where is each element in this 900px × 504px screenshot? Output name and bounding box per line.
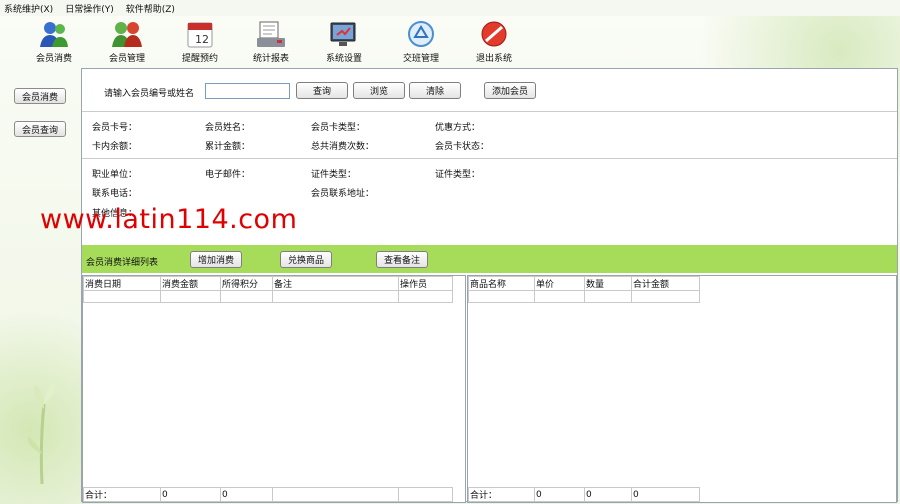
col-header[interactable]: 商品名称 — [468, 276, 535, 291]
add-consume-button[interactable]: 增加消费 — [190, 251, 242, 268]
watermark-text: www.latin114.com — [40, 204, 298, 235]
table-header-row: 消费日期 消费金额 所得积分 备注 操作员 — [83, 276, 453, 291]
toolbar: 会员消费 会员管理 12 提醒预约 统计报表 系统设置 交班管理 退出系统 — [0, 16, 900, 66]
menu-daily-operation[interactable]: 日常操作(Y) — [65, 2, 114, 15]
main-panel: 请输入会员编号或姓名 查询 浏览 清除 添加会员 会员卡号： 会员姓名： 会员卡… — [81, 68, 898, 503]
menu-software-help[interactable]: 软件帮助(Z) — [126, 2, 175, 15]
toolbar-shift[interactable]: 交班管理 — [391, 18, 451, 64]
col-header[interactable]: 合计金额 — [631, 276, 700, 291]
id-type-label: 证件类型： — [311, 170, 357, 180]
detail-toolbar: 会员消费详细列表 增加消费 兑换商品 查看备注 — [82, 245, 897, 273]
col-header[interactable]: 单价 — [534, 276, 585, 291]
totals-label: 合计： — [468, 487, 535, 502]
menu-system-maintenance[interactable]: 系统维护(X) — [4, 2, 53, 15]
totals-price: 0 — [534, 487, 585, 502]
members-icon — [111, 18, 143, 49]
card-no-label: 会员卡号： — [92, 123, 138, 133]
toolbar-member-consume[interactable]: 会员消费 — [24, 18, 84, 64]
plant-decoration — [27, 382, 55, 484]
toolbar-label: 会员消费 — [35, 54, 72, 64]
work-unit-label: 职业单位： — [92, 170, 138, 180]
toolbar-report[interactable]: 统计报表 — [241, 18, 301, 64]
col-header[interactable]: 数量 — [584, 276, 632, 291]
totals-qty: 0 — [584, 487, 632, 502]
phone-label: 联系电话： — [92, 189, 138, 199]
menu-bar: 系统维护(X) 日常操作(Y) 软件帮助(Z) — [0, 0, 900, 16]
toolbar-settings[interactable]: 系统设置 — [314, 18, 374, 64]
clear-button[interactable]: 清除 — [409, 82, 461, 99]
exit-icon — [478, 18, 510, 49]
add-member-button[interactable]: 添加会员 — [484, 82, 536, 99]
toolbar-label: 统计报表 — [252, 54, 289, 64]
totals-label: 合计： — [83, 487, 161, 502]
consume-table: 消费日期 消费金额 所得积分 备注 操作员 — [83, 276, 453, 303]
table-header-row: 商品名称 单价 数量 合计金额 — [468, 276, 700, 291]
exchange-goods-button[interactable]: 兑换商品 — [280, 251, 332, 268]
goods-totals: 合计： 0 0 0 — [468, 487, 700, 502]
table-row[interactable] — [468, 290, 700, 303]
card-status-label: 会员卡状态： — [435, 142, 490, 152]
table-row[interactable] — [83, 290, 453, 303]
calendar-icon: 12 — [184, 18, 216, 49]
toolbar-exit[interactable]: 退出系统 — [464, 18, 524, 64]
report-icon — [255, 18, 287, 49]
settings-icon — [328, 18, 360, 49]
divider — [82, 158, 897, 159]
toolbar-member-manage[interactable]: 会员管理 — [97, 18, 157, 64]
col-header[interactable]: 备注 — [272, 276, 399, 291]
consume-detail-grid[interactable]: 消费日期 消费金额 所得积分 备注 操作员 合计： 0 0 — [82, 275, 466, 503]
left-pane: 会员消费 会员查询 — [0, 68, 80, 504]
discount-label: 优惠方式： — [435, 123, 481, 133]
goods-table: 商品名称 单价 数量 合计金额 — [468, 276, 700, 303]
col-header[interactable]: 消费日期 — [83, 276, 161, 291]
total-times-label: 总共消费次数： — [311, 142, 375, 152]
col-header[interactable]: 消费金额 — [160, 276, 221, 291]
sidebar-member-query-button[interactable]: 会员查询 — [14, 121, 66, 137]
divider — [82, 111, 897, 112]
users-icon — [38, 18, 70, 49]
card-type-label: 会员卡类型： — [311, 123, 366, 133]
toolbar-label: 交班管理 — [402, 54, 439, 64]
toolbar-label: 系统设置 — [325, 54, 362, 64]
balance-label: 卡内余额： — [92, 142, 138, 152]
sidebar-member-consume-button[interactable]: 会员消费 — [14, 88, 66, 104]
address-label: 会员联系地址： — [311, 189, 375, 199]
col-header[interactable]: 操作员 — [398, 276, 453, 291]
totals-points: 0 — [220, 487, 273, 502]
detail-title: 会员消费详细列表 — [86, 258, 159, 268]
svg-text:12: 12 — [195, 33, 209, 46]
consume-totals: 合计： 0 0 — [83, 487, 453, 502]
query-button[interactable]: 查询 — [296, 82, 348, 99]
toolbar-reminder[interactable]: 12 提醒预约 — [170, 18, 230, 64]
search-label: 请输入会员编号或姓名 — [104, 89, 195, 99]
browse-button[interactable]: 浏览 — [353, 82, 405, 99]
totals-amount: 0 — [631, 487, 700, 502]
totals-amount: 0 — [160, 487, 221, 502]
search-input[interactable] — [205, 83, 290, 99]
view-note-button[interactable]: 查看备注 — [376, 251, 428, 268]
toolbar-label: 提醒预约 — [181, 54, 218, 64]
email-label: 电子邮件： — [205, 170, 251, 180]
total-amount-label: 累计金额： — [205, 142, 251, 152]
goods-detail-grid[interactable]: 商品名称 单价 数量 合计金额 合计： 0 0 0 — [467, 275, 897, 503]
toolbar-label: 退出系统 — [475, 54, 512, 64]
col-header[interactable]: 所得积分 — [220, 276, 273, 291]
id-type-label-2: 证件类型： — [435, 170, 481, 180]
name-label: 会员姓名： — [205, 123, 251, 133]
recycle-icon — [405, 18, 437, 49]
toolbar-label: 会员管理 — [108, 54, 145, 64]
